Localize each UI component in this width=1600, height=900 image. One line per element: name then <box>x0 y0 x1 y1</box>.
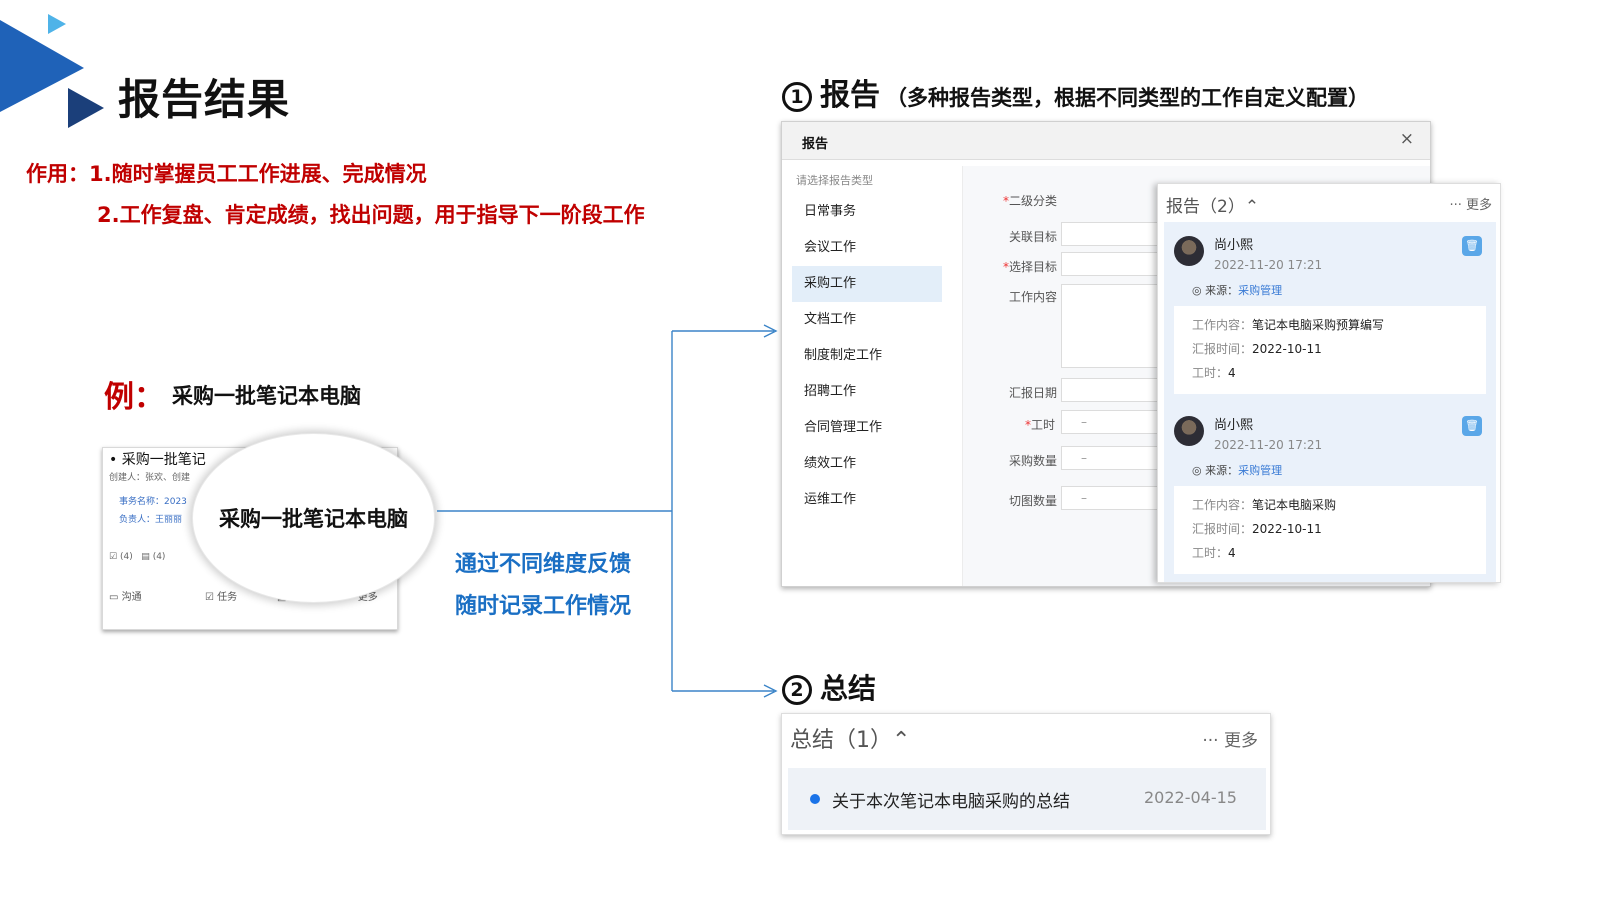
work-content-line: 工作内容：笔记本电脑采购预算编写 <box>1192 318 1385 332</box>
link-icon: ◎ <box>1192 464 1202 477</box>
summary-header[interactable]: 总结（1）⌃ <box>790 722 910 754</box>
hours-line: 工时：4 <box>1192 546 1236 560</box>
more-button[interactable]: ··· 更多 <box>1202 726 1258 751</box>
delete-icon[interactable]: 🗑 <box>1462 416 1482 436</box>
report-type-item[interactable]: 绩效工作 <box>792 446 942 482</box>
hours-label: *工时 <box>1025 418 1056 432</box>
report-list-header[interactable]: 报告（2）⌃ <box>1166 192 1259 217</box>
section-number: 1 <box>782 81 812 112</box>
reporter-name: 尚小熙 <box>1214 418 1254 433</box>
connector-line <box>437 330 774 692</box>
avatar <box>1174 416 1204 446</box>
report-source: ◎ 来源：采购管理 <box>1192 284 1283 297</box>
level2-label: *二级分类 <box>1003 194 1058 208</box>
summary-item-title[interactable]: 关于本次笔记本电脑采购的总结 <box>832 787 1070 812</box>
hours-line: 工时：4 <box>1192 366 1236 380</box>
summary-panel: 总结（1）⌃ ··· 更多 关于本次笔记本电脑采购的总结 2022-04-15 <box>781 713 1271 835</box>
report-type-item[interactable]: 日常事务 <box>792 194 942 230</box>
report-date-line: 汇报时间：2022-10-11 <box>1192 522 1322 536</box>
report-date-line: 汇报时间：2022-10-11 <box>1192 342 1322 356</box>
report-card: 尚小熙 2022-11-20 17:21 ◎ 来源：采购管理 🗑 工作内容：笔记… <box>1164 222 1496 402</box>
close-icon[interactable]: × <box>1400 129 1414 149</box>
report-list-panel: 报告（2）⌃ ··· 更多 尚小熙 2022-11-20 17:21 ◎ 来源：… <box>1157 183 1501 583</box>
work-content-label: 工作内容 <box>1009 290 1058 304</box>
report-type-item[interactable]: 招聘工作 <box>792 374 942 410</box>
report-card-body: 工作内容：笔记本电脑采购预算编写 汇报时间：2022-10-11 工时：4 <box>1174 306 1486 394</box>
cut-qty-minus-button[interactable]: – <box>1081 491 1087 505</box>
cut-qty-label: 切图数量 <box>1009 494 1058 508</box>
section-report-subtitle: （多种报告类型，根据不同类型的工作自定义配置） <box>886 86 1369 110</box>
summary-item-date: 2022-04-15 <box>1144 788 1237 807</box>
section-number: 2 <box>782 675 812 705</box>
related-goal-label: 关联目标 <box>1009 230 1058 244</box>
delete-icon[interactable]: 🗑 <box>1462 236 1482 256</box>
dialog-title: 报告 <box>802 137 829 152</box>
section-report-heading: 1 报告 （多种报告类型，根据不同类型的工作自定义配置） <box>782 70 1369 114</box>
report-type-item[interactable]: 合同管理工作 <box>792 410 942 446</box>
report-type-item[interactable]: 会议工作 <box>792 230 942 266</box>
report-type-list: 日常事务 会议工作 采购工作 文档工作 制度制定工作 招聘工作 合同管理工作 绩… <box>792 194 942 518</box>
report-card: 尚小熙 2022-11-20 17:21 ◎ 来源：采购管理 🗑 工作内容：笔记… <box>1164 402 1496 582</box>
report-type-item[interactable]: 运维工作 <box>792 482 942 518</box>
report-timestamp: 2022-11-20 17:21 <box>1214 438 1323 452</box>
report-type-item[interactable]: 制度制定工作 <box>792 338 942 374</box>
select-goal-label: *选择目标 <box>1003 260 1058 274</box>
more-button[interactable]: ··· 更多 <box>1449 194 1492 213</box>
source-link[interactable]: 采购管理 <box>1238 464 1282 477</box>
report-source: ◎ 来源：采购管理 <box>1192 464 1283 477</box>
summary-item[interactable]: 关于本次笔记本电脑采购的总结 2022-04-15 <box>788 768 1266 830</box>
purchase-qty-label: 采购数量 <box>1009 454 1058 468</box>
hours-minus-button[interactable]: – <box>1081 415 1087 429</box>
link-icon: ◎ <box>1192 284 1202 297</box>
reporter-name: 尚小熙 <box>1214 238 1254 253</box>
report-timestamp: 2022-11-20 17:21 <box>1214 258 1323 272</box>
report-type-item[interactable]: 文档工作 <box>792 302 942 338</box>
purchase-qty-minus-button[interactable]: – <box>1081 451 1087 465</box>
dialog-header: 报告 × <box>782 122 1430 160</box>
report-type-item-selected[interactable]: 采购工作 <box>792 266 942 302</box>
report-card-body: 工作内容：笔记本电脑采购 汇报时间：2022-10-11 工时：4 <box>1174 486 1486 574</box>
source-link[interactable]: 采购管理 <box>1238 284 1282 297</box>
report-date-label: 汇报日期 <box>1009 386 1058 400</box>
report-type-hint: 请选择报告类型 <box>796 174 873 187</box>
section-summary-heading: 2 总结 <box>782 667 876 707</box>
work-content-line: 工作内容：笔记本电脑采购 <box>1192 498 1337 512</box>
bullet-icon <box>810 794 820 804</box>
avatar <box>1174 236 1204 266</box>
